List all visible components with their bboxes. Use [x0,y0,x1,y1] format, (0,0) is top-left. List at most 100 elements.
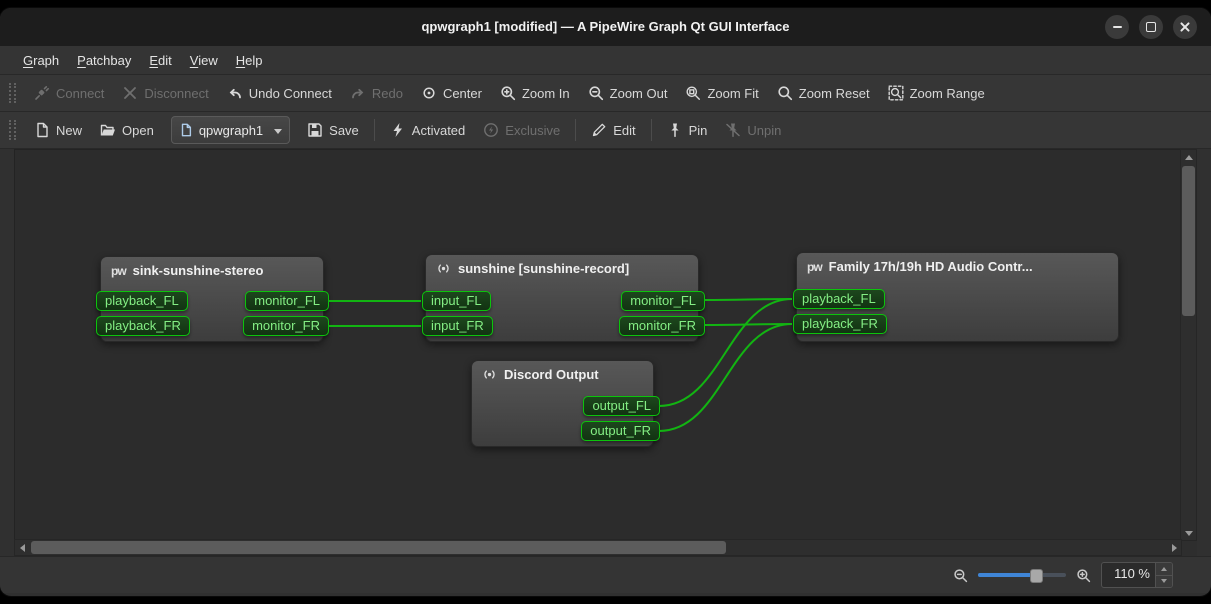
unpin-button[interactable]: Unpin [716,116,790,144]
port-playback_FL[interactable]: playback_FL [96,291,188,311]
menu-view[interactable]: View [181,50,227,71]
connection-sunshine-to-family-fr[interactable] [704,324,792,325]
pipewire-icon: pw [111,264,126,278]
monitor-icon [482,367,497,382]
port-output_FR[interactable]: output_FR [581,421,660,441]
menu-graph[interactable]: Graph [14,50,68,71]
node-header: sunshine [sunshine-record] [426,255,698,276]
save-button[interactable]: Save [298,116,368,144]
port-playback_FR[interactable]: playback_FR [96,316,190,336]
connect-button[interactable]: Connect [25,79,113,107]
port-monitor_FR[interactable]: monitor_FR [619,316,705,336]
port-playback_FL[interactable]: playback_FL [793,289,885,309]
new-file-icon [34,122,50,138]
zoom-in-icon [500,85,516,101]
center-button[interactable]: Center [412,79,491,107]
node-title: sunshine [sunshine-record] [458,261,629,276]
session-combo-value: qpwgraph1 [199,123,263,138]
spin-down-button[interactable] [1156,575,1172,588]
title-bar[interactable]: qpwgraph1 [modified] — A PipeWire Graph … [0,8,1211,46]
undo-connect-button[interactable]: Undo Connect [218,79,341,107]
zoom-slider[interactable] [978,568,1066,582]
port-monitor_FR[interactable]: monitor_FR [243,316,329,336]
zoom-range-button[interactable]: Zoom Range [879,79,994,107]
zoom-in-button[interactable]: Zoom In [491,79,579,107]
zoom-out-label: Zoom Out [610,86,668,101]
zoom-slider-handle[interactable] [1030,569,1043,583]
status-bar: 110 % [0,556,1211,593]
zoom-spinbox[interactable]: 110 % [1101,562,1173,588]
pin-button[interactable]: Pin [658,116,717,144]
port-playback_FR[interactable]: playback_FR [793,314,887,334]
edit-button[interactable]: Edit [582,116,644,144]
close-icon [1180,22,1190,32]
toolbar-drag-handle[interactable] [9,120,16,140]
new-button[interactable]: New [25,116,91,144]
minimize-icon [1113,26,1122,28]
menu-bar: Graph Patchbay Edit View Help [0,46,1211,75]
zoom-range-label: Zoom Range [910,86,985,101]
graph-toolbar: Connect Disconnect Undo Connect [0,75,1211,112]
spin-up-button[interactable] [1156,563,1172,575]
vertical-scrollbar[interactable] [1180,149,1197,541]
disconnect-button[interactable]: Disconnect [113,79,217,107]
scroll-up-button[interactable] [1181,150,1196,164]
toolbar-drag-handle[interactable] [9,83,16,103]
menu-patchbay[interactable]: Patchbay [68,50,140,71]
scrollbar-corner [1182,541,1197,556]
open-folder-icon [100,122,116,138]
redo-button[interactable]: Redo [341,79,412,107]
port-output_FL[interactable]: output_FL [583,396,660,416]
connection-sunshine-to-family-fl[interactable] [704,299,792,300]
port-monitor_FL[interactable]: monitor_FL [245,291,329,311]
port-monitor_FL[interactable]: monitor_FL [621,291,705,311]
node-discord-output[interactable]: Discord Output output_FL output_FR [471,360,654,447]
node-sink-sunshine-stereo[interactable]: pw sink-sunshine-stereo playback_FL play… [100,256,324,342]
horizontal-scrollbar-thumb[interactable] [31,541,726,554]
window-controls [1105,15,1197,39]
activated-button[interactable]: Activated [381,116,474,144]
scroll-left-button[interactable] [15,540,29,555]
arrow-left-icon [20,544,25,552]
undo-label: Undo Connect [249,86,332,101]
minimize-button[interactable] [1105,15,1129,39]
lightning-bolt-icon [390,122,406,138]
open-label: Open [122,123,154,138]
activated-label: Activated [412,123,465,138]
center-label: Center [443,86,482,101]
exclusive-button[interactable]: Exclusive [474,116,569,144]
new-label: New [56,123,82,138]
zoom-out-icon [953,568,968,583]
zoom-fit-button[interactable]: Zoom Fit [676,79,767,107]
connections-layer [15,150,1182,541]
redo-icon [350,85,366,101]
maximize-button[interactable] [1139,15,1163,39]
zoom-value[interactable]: 110 % [1102,563,1155,587]
horizontal-scrollbar[interactable] [14,539,1182,556]
pin-label: Pin [689,123,708,138]
node-family-hd-audio[interactable]: pw Family 17h/19h HD Audio Contr... play… [796,252,1119,342]
node-title: sink-sunshine-stereo [133,263,264,278]
session-combo[interactable]: qpwgraph1 [171,116,290,144]
close-button[interactable] [1173,15,1197,39]
scroll-right-button[interactable] [1167,540,1181,555]
arrow-down-icon [1185,531,1193,536]
zoom-range-icon [888,85,904,101]
graph-canvas[interactable]: pw sink-sunshine-stereo playback_FL play… [14,149,1182,541]
connect-label: Connect [56,86,104,101]
node-sunshine[interactable]: sunshine [sunshine-record] input_FL inpu… [425,254,699,342]
scroll-down-button[interactable] [1181,526,1196,540]
zoom-out-button[interactable]: Zoom Out [579,79,677,107]
port-input_FR[interactable]: input_FR [422,316,493,336]
open-button[interactable]: Open [91,116,163,144]
zoom-reset-button[interactable]: Zoom Reset [768,79,879,107]
menu-edit[interactable]: Edit [140,50,180,71]
port-input_FL[interactable]: input_FL [422,291,491,311]
app-window: qpwgraph1 [modified] — A PipeWire Graph … [0,8,1211,596]
arrow-down-icon [1161,579,1167,583]
unpin-icon [725,122,741,138]
node-header: pw sink-sunshine-stereo [101,257,323,278]
menu-help[interactable]: Help [227,50,272,71]
vertical-scrollbar-thumb[interactable] [1182,166,1195,316]
graph-canvas-area: pw sink-sunshine-stereo playback_FL play… [14,149,1197,556]
